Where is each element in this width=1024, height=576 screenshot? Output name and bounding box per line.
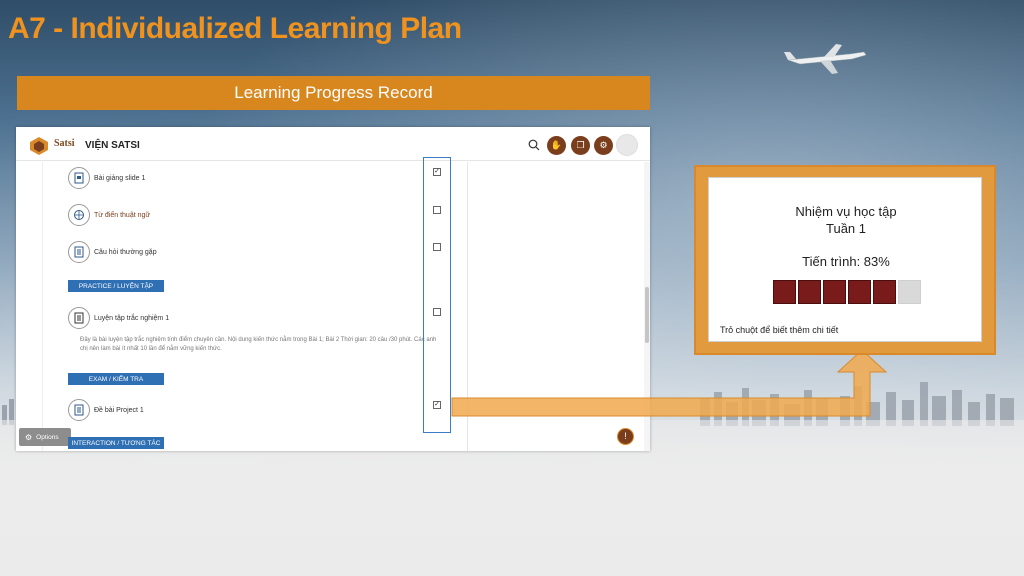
progress-bar xyxy=(773,280,921,304)
brand-name: Satsi xyxy=(54,138,75,149)
progress-segment xyxy=(848,280,871,304)
document-icon xyxy=(68,241,90,263)
card-hint: Trỏ chuột để biết thêm chi tiết xyxy=(720,325,839,335)
course-item-label[interactable]: Bài giảng slide 1 xyxy=(94,175,145,182)
course-item[interactable]: Câu hỏi thường gặp xyxy=(68,241,157,263)
scrollbar-thumb[interactable] xyxy=(645,287,649,343)
course-item[interactable]: Đề bài Project 1 xyxy=(68,399,144,421)
card-title: Nhiệm vụ học tập xyxy=(795,204,897,219)
section-exam-button[interactable]: EXAM / KIỂM TRA xyxy=(68,373,164,385)
options-button[interactable]: ⚙ Options xyxy=(19,428,71,446)
course-item-label[interactable]: Câu hỏi thường gặp xyxy=(94,249,157,256)
course-item-label[interactable]: Đề bài Project 1 xyxy=(94,407,144,414)
gear-icon: ⚙ xyxy=(25,432,33,442)
slide-title: A7 - Individualized Learning Plan xyxy=(8,12,462,45)
airplane-image xyxy=(784,44,867,74)
section-practice-button[interactable]: PRACTICE / LUYỆN TẬP xyxy=(68,280,164,292)
content-guide-line xyxy=(42,162,43,451)
search-icon[interactable] xyxy=(528,139,540,151)
course-item[interactable]: Bài giảng slide 1 xyxy=(68,167,145,189)
card-week: Tuần 1 xyxy=(826,221,866,236)
learning-task-card[interactable]: Nhiệm vụ học tập Tuần 1 Tiến trình: 83% … xyxy=(708,177,982,342)
quiz-icon xyxy=(68,307,90,329)
progress-segment xyxy=(773,280,796,304)
hand-icon[interactable]: ✋ xyxy=(547,136,566,155)
course-item[interactable]: Luyện tập trắc nghiệm 1 xyxy=(68,307,169,329)
quiz-description: Đây là bài luyện tập trắc nghiệm tính đi… xyxy=(80,337,437,352)
progress-segment xyxy=(873,280,896,304)
slide-icon xyxy=(68,167,90,189)
section-interaction-button[interactable]: INTERACTION / TƯƠNG TÁC xyxy=(68,437,164,449)
chat-icon[interactable]: ❐ xyxy=(571,136,590,155)
globe-icon xyxy=(68,204,90,226)
options-label: Options xyxy=(36,433,59,441)
progress-segment xyxy=(898,280,921,304)
progress-segment xyxy=(823,280,846,304)
course-item-label[interactable]: Luyện tập trắc nghiệm 1 xyxy=(94,315,169,322)
banner: Learning Progress Record xyxy=(17,76,650,110)
banner-label: Learning Progress Record xyxy=(234,83,433,102)
lms-header: Satsi VIỆN SATSI ✋ ❐ ⚙ xyxy=(16,127,650,161)
document-icon xyxy=(68,399,90,421)
card-progress-label: Tiến trình: 83% xyxy=(802,254,890,269)
course-item-label[interactable]: Từ điển thuật ngữ xyxy=(94,212,150,219)
progress-segment xyxy=(798,280,821,304)
course-item[interactable]: Từ điển thuật ngữ xyxy=(68,204,150,226)
satsi-logo-icon xyxy=(30,137,48,155)
arrow-connector xyxy=(451,349,888,417)
site-name[interactable]: VIỆN SATSI xyxy=(85,140,140,151)
info-dot-icon[interactable]: ! xyxy=(617,428,634,445)
avatar[interactable] xyxy=(616,134,638,156)
settings-icon[interactable]: ⚙ xyxy=(594,136,613,155)
